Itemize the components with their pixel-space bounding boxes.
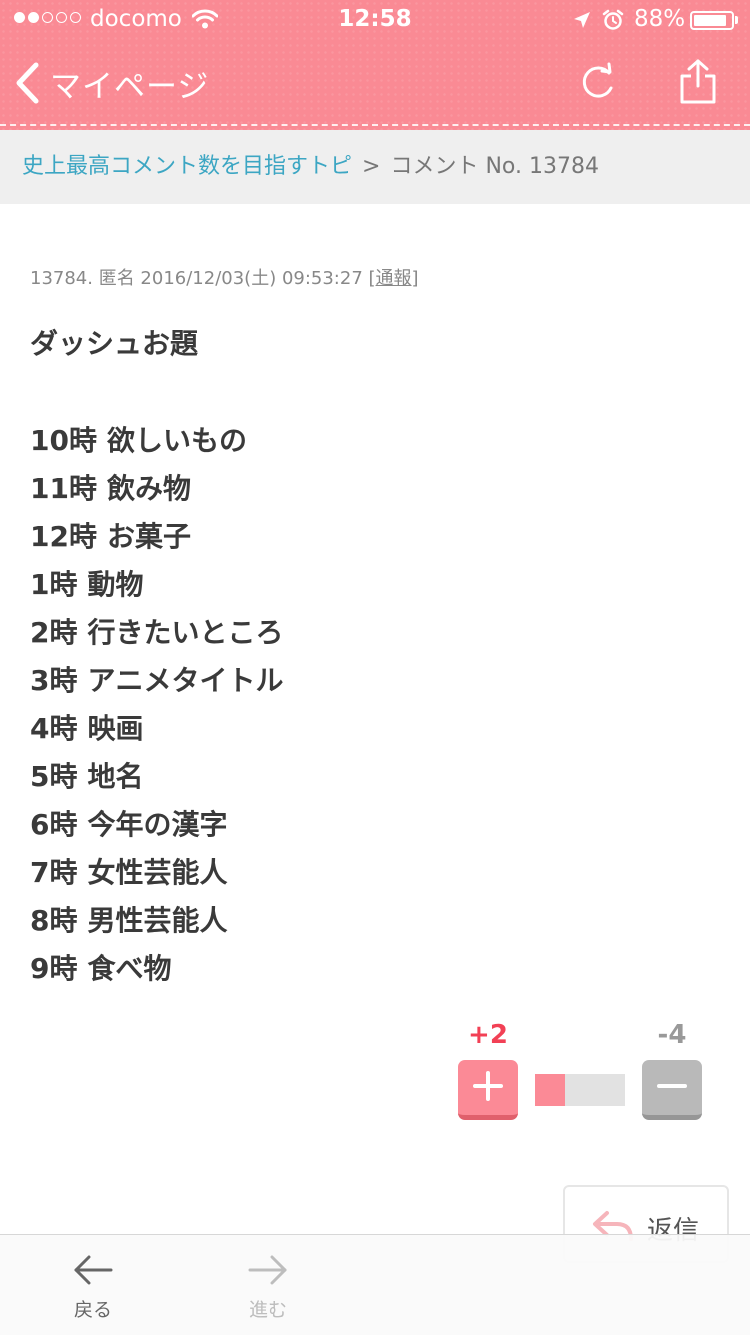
share-icon[interactable] (676, 58, 720, 106)
topic-hour: 9時 (30, 952, 78, 985)
comment-meta-bracket: ] (411, 268, 419, 289)
location-arrow-icon (574, 12, 590, 28)
breadcrumb-topic-link[interactable]: 史上最高コメント数を目指すトピ (22, 154, 352, 179)
comment-meta: 13784. 匿名 2016/12/03(土) 09:53:27 [通報] (30, 264, 419, 290)
topic-hour: 1時 (30, 568, 78, 601)
refresh-icon[interactable] (578, 61, 618, 103)
topic-hour: 5時 (30, 760, 78, 793)
comment-topic-item: 8時 男性芸能人 (30, 897, 284, 945)
topic-hour: 10時 (30, 424, 97, 457)
topic-text: 女性芸能人 (87, 856, 228, 889)
forward-label: 進む (248, 1299, 287, 1321)
battery-percentage: 88% (634, 6, 686, 32)
comment-topic-list: 10時 欲しいもの 11時 飲み物 12時 お菓子 1時 動物 2時 行きたいところ 3時 アニメタイ… (30, 417, 284, 993)
topic-hour: 8時 (30, 904, 78, 937)
topic-hour: 11時 (30, 472, 97, 505)
browser-forward-button[interactable]: 進む (208, 1235, 328, 1335)
topic-text: お菓子 (106, 520, 191, 553)
vote-ratio-meter (535, 1074, 625, 1106)
back-button-label: マイページ (50, 68, 210, 105)
arrow-right-icon (248, 1255, 287, 1285)
browser-back-button[interactable]: 戻る (33, 1235, 153, 1335)
vote-ratio-fill (535, 1074, 565, 1106)
comment-topic-item: 3時 アニメタイトル (30, 657, 284, 705)
comment-topic-item: 9時 食べ物 (30, 945, 284, 993)
comment-topic-item: 10時 欲しいもの (30, 417, 284, 465)
topic-text: 飲み物 (106, 472, 191, 505)
topic-text: 今年の漢字 (87, 808, 228, 841)
comment-topic-item: 2時 行きたいところ (30, 609, 284, 657)
topic-text: アニメタイトル (87, 664, 284, 697)
topic-hour: 3時 (30, 664, 78, 697)
app-header: docomo 12:58 88% マイページ (0, 0, 750, 130)
topic-text: 欲しいもの (106, 424, 247, 457)
back-to-mypage-button[interactable]: マイページ (14, 58, 209, 108)
breadcrumb-separator: > (362, 154, 381, 179)
topic-text: 男性芸能人 (87, 904, 228, 937)
topic-hour: 2時 (30, 616, 78, 649)
plus-vote-count: +2 (468, 1020, 508, 1050)
battery-icon (690, 11, 734, 30)
topic-text: 食べ物 (87, 952, 172, 985)
comment-meta-info: 13784. 匿名 2016/12/03(土) 09:53:27 [ (30, 268, 376, 289)
topic-text: 行きたいところ (87, 616, 284, 649)
header-dashed-divider (0, 124, 750, 126)
topic-hour: 6時 (30, 808, 78, 841)
comment-title: ダッシュお題 (30, 327, 199, 360)
arrow-left-icon (74, 1255, 113, 1285)
comment-topic-item: 5時 地名 (30, 753, 284, 801)
minus-vote-count: -4 (657, 1020, 687, 1050)
bottom-toolbar: 戻る 進む (0, 1234, 750, 1335)
alarm-clock-icon (602, 9, 624, 30)
comment-topic-item: 6時 今年の漢字 (30, 801, 284, 849)
breadcrumb-current: コメント No. 13784 (390, 154, 599, 179)
status-bar: docomo 12:58 88% (0, 0, 750, 40)
back-label: 戻る (73, 1299, 112, 1321)
minus-vote-button[interactable] (642, 1060, 702, 1120)
breadcrumb: 史上最高コメント数を目指すトピ > コメント No. 13784 (0, 130, 750, 204)
report-link[interactable]: 通報 (376, 268, 412, 289)
topic-text: 地名 (87, 760, 144, 793)
chevron-left-icon (16, 62, 39, 104)
topic-hour: 12時 (30, 520, 97, 553)
topic-text: 映画 (87, 712, 144, 745)
comment-topic-item: 1時 動物 (30, 561, 284, 609)
comment-topic-item: 12時 お菓子 (30, 513, 284, 561)
comment-topic-item: 11時 飲み物 (30, 465, 284, 513)
comment-topic-item: 7時 女性芸能人 (30, 849, 284, 897)
plus-vote-button[interactable] (458, 1060, 518, 1120)
comment-topic-item: 4時 映画 (30, 705, 284, 753)
topic-text: 動物 (87, 568, 144, 601)
topic-hour: 4時 (30, 712, 78, 745)
topic-hour: 7時 (30, 856, 78, 889)
